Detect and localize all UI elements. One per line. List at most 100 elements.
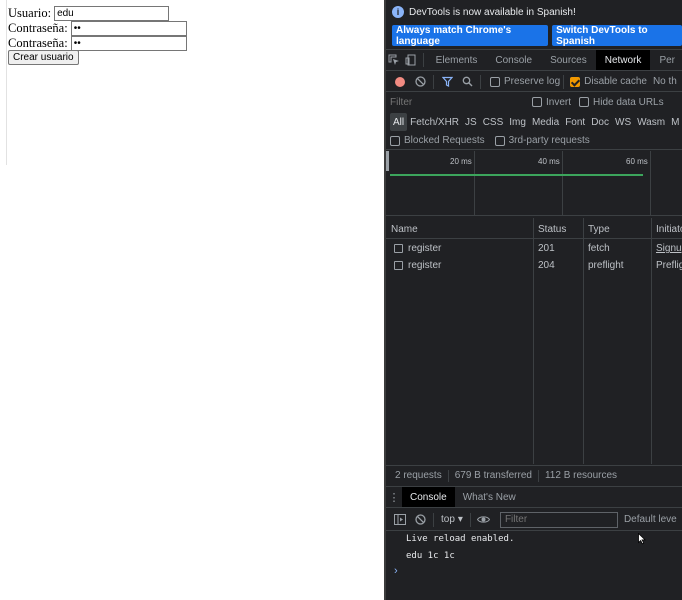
type-filter-img[interactable]: Img — [506, 113, 529, 131]
requests-table-header: Name Status Type Initiato — [386, 218, 682, 239]
column-header-name[interactable]: Name — [391, 224, 418, 235]
timeline-gridline — [650, 151, 651, 216]
third-party-checkbox[interactable]: 3rd-party requests — [494, 135, 590, 146]
switch-language-button[interactable]: Switch DevTools to Spanish — [552, 25, 682, 47]
type-filter-doc[interactable]: Doc — [588, 113, 612, 131]
type-filter-all[interactable]: All — [390, 113, 408, 131]
type-filter-manifest[interactable]: M — [668, 113, 682, 131]
clear-button[interactable] — [410, 73, 430, 91]
tab-console[interactable]: Console — [486, 50, 541, 70]
password-confirm-input[interactable] — [70, 35, 187, 51]
password-input[interactable] — [70, 20, 187, 36]
blocked-requests-label: Blocked Requests — [404, 135, 485, 146]
funnel-icon — [441, 76, 453, 87]
preserve-log-checkbox[interactable]: Preserve log — [490, 76, 560, 87]
network-timeline[interactable]: 20 ms 40 ms 60 ms — [386, 151, 682, 216]
dropdown-arrow-icon: ▾ — [457, 514, 463, 525]
checkbox-icon — [532, 97, 542, 107]
column-header-type[interactable]: Type — [588, 224, 610, 235]
timeline-request-bar — [390, 174, 643, 176]
sidebar-toggle-button[interactable] — [390, 511, 410, 529]
username-input[interactable] — [54, 5, 170, 21]
drawer-tab-console[interactable]: Console — [402, 487, 455, 507]
table-row[interactable]: register 201 fetch Signup — [386, 240, 682, 257]
console-message: edu 1c 1c — [406, 551, 455, 561]
password-row: Contraseña: — [8, 20, 187, 36]
timeline-gridline — [474, 151, 475, 216]
hide-data-urls-label: Hide data URLs — [593, 96, 664, 108]
disable-cache-checkbox[interactable]: Disable cache — [570, 76, 647, 87]
type-filter-wasm[interactable]: Wasm — [634, 113, 668, 131]
timeline-tick-label: 20 ms — [450, 157, 472, 166]
filter-bar: Invert Hide data URLs — [386, 93, 682, 111]
timeline-drag-handle[interactable] — [386, 151, 389, 171]
preserve-log-label: Preserve log — [504, 76, 561, 87]
type-filter-font[interactable]: Font — [562, 113, 588, 131]
log-levels-select[interactable]: Default leve — [624, 514, 677, 525]
console-toolbar: top ▾ Default leve — [386, 509, 682, 531]
column-header-status[interactable]: Status — [538, 224, 566, 235]
username-label: Usuario: — [8, 5, 52, 20]
type-filter-css[interactable]: CSS — [480, 113, 507, 131]
live-expression-button[interactable] — [474, 511, 494, 529]
hide-data-urls-checkbox[interactable]: Hide data URLs — [579, 97, 664, 108]
network-toolbar: Preserve log Disable cache No th — [386, 72, 682, 92]
type-filter-ws[interactable]: WS — [612, 113, 634, 131]
search-button[interactable] — [457, 73, 477, 91]
create-user-button[interactable]: Crear usuario — [8, 50, 79, 65]
request-status: 204 — [538, 260, 555, 271]
checked-checkbox-icon — [570, 76, 581, 87]
type-filter-fetch-xhr[interactable]: Fetch/XHR — [407, 113, 462, 131]
transferred-size: 679 B transferred — [454, 470, 532, 481]
request-initiator: Prefligh — [656, 260, 682, 271]
tab-elements[interactable]: Elements — [427, 50, 487, 70]
password-confirm-label: Contraseña: — [8, 35, 68, 50]
disable-cache-label: Disable cache — [584, 76, 647, 87]
tab-sources[interactable]: Sources — [541, 50, 596, 70]
blocked-requests-checkbox[interactable]: Blocked Requests — [390, 135, 485, 146]
devtools-tabbar: Elements Console Sources Network Per — [386, 49, 682, 71]
devtools-panel: i DevTools is now available in Spanish! … — [384, 0, 682, 600]
separator — [563, 74, 565, 89]
drawer-tab-whats-new[interactable]: What's New — [455, 487, 524, 507]
clear-icon — [414, 76, 426, 87]
tab-network[interactable]: Network — [595, 50, 651, 70]
match-language-button[interactable]: Always match Chrome's language — [392, 25, 549, 47]
invert-checkbox[interactable]: Invert — [532, 97, 571, 108]
table-row[interactable]: register 204 preflight Prefligh — [386, 257, 682, 274]
password-confirm-row: Contraseña: — [8, 35, 187, 51]
drawer-menu-icon[interactable]: ⋮ — [386, 487, 402, 507]
tab-performance[interactable]: Per — [650, 50, 682, 70]
network-filter-input[interactable] — [390, 95, 522, 109]
device-toolbar-icon[interactable] — [403, 50, 420, 70]
search-icon — [462, 76, 472, 87]
record-button[interactable] — [390, 73, 410, 91]
invert-label: Invert — [546, 96, 572, 108]
network-status-bar: 2 requests 679 B transferred 112 B resou… — [386, 465, 682, 485]
checkbox-icon — [490, 76, 500, 87]
request-initiator-link[interactable]: Signup — [656, 243, 682, 254]
type-filter-js[interactable]: JS — [462, 113, 480, 131]
request-type-icon — [394, 261, 403, 270]
request-type-icon — [394, 244, 403, 253]
inspect-element-icon[interactable] — [386, 50, 403, 70]
separator — [433, 512, 434, 527]
console-filter-input[interactable] — [499, 511, 618, 528]
console-prompt-icon[interactable]: › — [394, 565, 398, 577]
clear-icon — [414, 514, 426, 525]
context-select[interactable]: top ▾ — [437, 514, 467, 525]
resource-type-filters: All Fetch/XHR JS CSS Img Media Font Doc … — [386, 112, 682, 132]
throttling-select[interactable]: No th — [653, 76, 677, 87]
column-header-initiator[interactable]: Initiato — [656, 224, 682, 235]
clear-console-button[interactable] — [410, 511, 430, 529]
filter-toggle-button[interactable] — [437, 73, 457, 91]
drawer-tabbar: ⋮ Console What's New — [386, 486, 682, 508]
request-name: register — [408, 260, 442, 271]
blocked-requests-bar: Blocked Requests 3rd-party requests — [386, 132, 682, 150]
request-count: 2 requests — [395, 470, 442, 481]
separator — [480, 74, 481, 89]
separator — [447, 469, 449, 482]
mouse-pointer-icon — [638, 533, 646, 545]
sidebar-icon — [394, 514, 406, 525]
type-filter-media[interactable]: Media — [529, 113, 562, 131]
